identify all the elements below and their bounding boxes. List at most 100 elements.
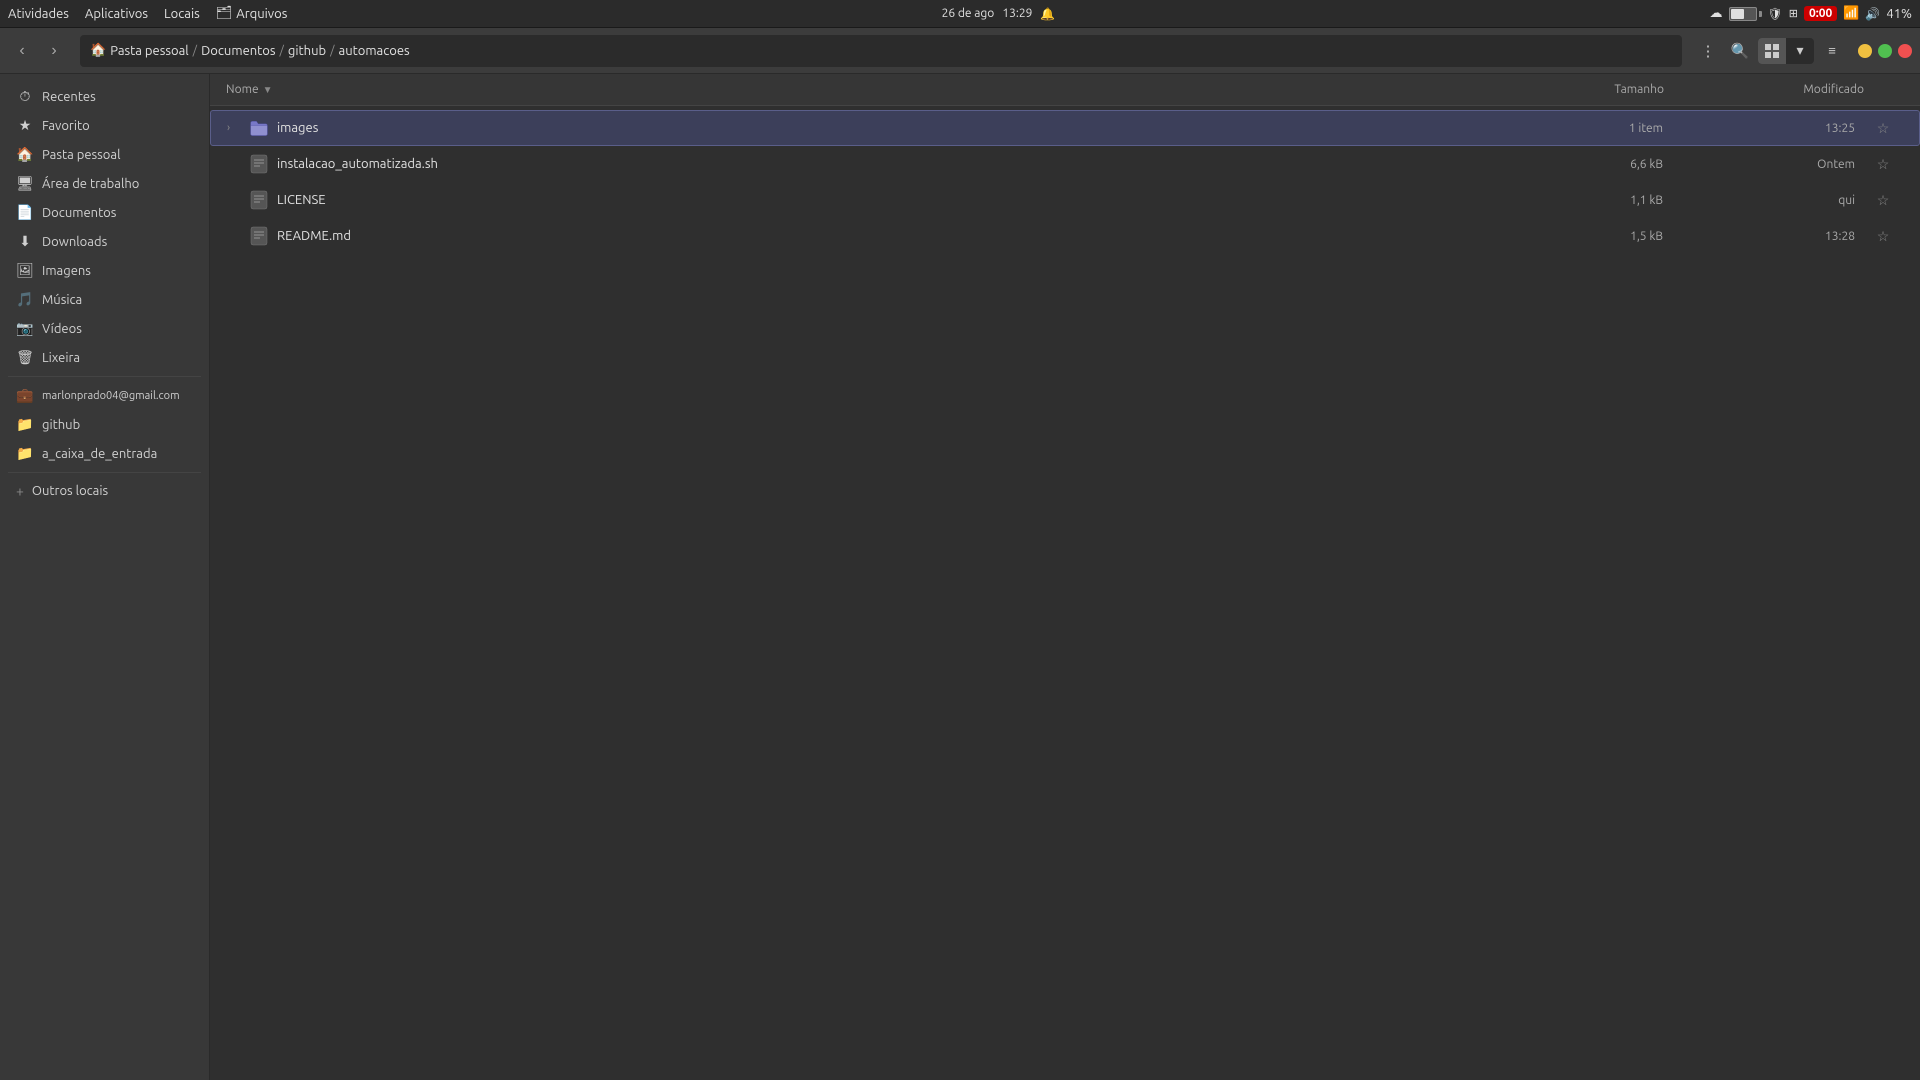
- sidebar-label-other: Outros locais: [32, 484, 108, 498]
- file-size-readme: 1,5 kB: [1513, 230, 1663, 243]
- sidebar-label-images: Imagens: [42, 264, 91, 278]
- header-modified[interactable]: Modificado: [1664, 83, 1864, 96]
- file-size-instalacao: 6,6 kB: [1513, 158, 1663, 171]
- sidebar-label-favorito: Favorito: [42, 119, 90, 133]
- file-name-cell-license: LICENSE: [227, 190, 1513, 210]
- window-controls: [1858, 44, 1912, 58]
- file-modified-readme: 13:28: [1663, 230, 1863, 243]
- file-name-readme: README.md: [277, 229, 351, 243]
- file-manager-window: ‹ › 🏠 Pasta pessoal / Documentos / githu…: [0, 28, 1920, 1080]
- file-size-license: 1,1 kB: [1513, 194, 1663, 207]
- maximize-button[interactable]: [1878, 44, 1892, 58]
- breadcrumb-sep-1: /: [193, 44, 197, 57]
- file-name-cell-readme: README.md: [227, 226, 1513, 246]
- images-icon: 🖼: [16, 262, 34, 279]
- wifi-icon: 📶: [1843, 6, 1859, 21]
- sidebar-item-caixa[interactable]: 📁 a_caixa_de_entrada: [4, 440, 205, 467]
- back-button[interactable]: ‹: [8, 37, 36, 65]
- close-button[interactable]: [1898, 44, 1912, 58]
- sidebar-item-imagens[interactable]: 🖼 Imagens: [4, 257, 205, 284]
- sidebar-label-trash: Lixeira: [42, 351, 80, 365]
- folder-icon: [249, 118, 269, 138]
- file-modified-license: qui: [1663, 194, 1863, 207]
- system-bar-right: ☁ 🛡 ⊞ 0:00 📶 🔊 41%: [1710, 6, 1912, 21]
- file-star-license[interactable]: ☆: [1863, 192, 1903, 209]
- sidebar-item-email[interactable]: 💼 marlonprado04@gmail.com: [4, 382, 205, 409]
- sidebar-item-other-locations[interactable]: + Outros locais: [4, 478, 205, 504]
- file-size-images: 1 item: [1513, 122, 1663, 135]
- table-row[interactable]: instalacao_automatizada.sh 6,6 kB Ontem …: [210, 146, 1920, 182]
- sidebar-label-docs: Documentos: [42, 206, 116, 220]
- expand-arrow-icon[interactable]: ›: [227, 122, 241, 134]
- sidebar-item-downloads[interactable]: ⬇ Downloads: [4, 228, 205, 255]
- table-row[interactable]: › images 1 item 13:25 ☆: [210, 110, 1920, 146]
- sort-arrow: ▼: [263, 84, 273, 96]
- email-icon: 💼: [16, 387, 34, 404]
- file-name-cell-instalacao: instalacao_automatizada.sh: [227, 154, 1513, 174]
- sidebar-item-pasta-pessoal[interactable]: 🏠 Pasta pessoal: [4, 141, 205, 168]
- activities-menu[interactable]: Atividades: [8, 7, 69, 21]
- file-name-license: LICENSE: [277, 193, 326, 207]
- music-icon: 🎵: [16, 291, 34, 308]
- file-star-images[interactable]: ☆: [1863, 120, 1903, 137]
- main-area: ⏱ Recentes ★ Favorito 🏠 Pasta pessoal 🖥 …: [0, 74, 1920, 1080]
- sidebar-item-documentos[interactable]: 📄 Documentos: [4, 199, 205, 226]
- downloads-icon: ⬇: [16, 233, 34, 250]
- file-header: Nome ▼ Tamanho Modificado: [210, 74, 1920, 106]
- header-size[interactable]: Tamanho: [1514, 83, 1664, 96]
- sidebar-item-favorito[interactable]: ★ Favorito: [4, 112, 205, 139]
- file-list: › images 1 item 13:25 ☆: [210, 106, 1920, 1080]
- sidebar-label-email: marlonprado04@gmail.com: [42, 390, 180, 402]
- sidebar-item-github[interactable]: 📁 github: [4, 411, 205, 438]
- battery-percent: 41%: [1886, 7, 1912, 21]
- docs-icon: 📄: [16, 204, 34, 221]
- sidebar-item-videos[interactable]: 📷 Vídeos: [4, 315, 205, 342]
- view-grid-button[interactable]: [1758, 38, 1786, 64]
- table-row[interactable]: LICENSE 1,1 kB qui ☆: [210, 182, 1920, 218]
- sidebar-item-lixeira[interactable]: 🗑 Lixeira: [4, 344, 205, 371]
- sidebar-label-desktop: Área de trabalho: [42, 177, 139, 191]
- caixa-icon: 📁: [16, 445, 34, 462]
- view-caret-button[interactable]: ▾: [1786, 38, 1814, 64]
- breadcrumb-home[interactable]: Pasta pessoal: [110, 44, 188, 58]
- table-row[interactable]: README.md 1,5 kB 13:28 ☆: [210, 218, 1920, 254]
- vpn-icon: 🛡: [1768, 7, 1783, 21]
- breadcrumb-current: automacoes: [339, 44, 410, 58]
- readme-file-icon: [249, 226, 269, 246]
- script-file-icon: [249, 154, 269, 174]
- sidebar-label-music: Música: [42, 293, 82, 307]
- pasta-icon: 🏠: [16, 146, 34, 163]
- forward-button[interactable]: ›: [40, 37, 68, 65]
- sidebar-label-videos: Vídeos: [42, 322, 82, 336]
- bell-icon[interactable]: 🔔: [1040, 7, 1055, 21]
- breadcrumb-github[interactable]: github: [288, 44, 326, 58]
- sound-icon: 🔊: [1865, 7, 1880, 21]
- timer-badge: 0:00: [1804, 6, 1837, 21]
- file-name-images: images: [277, 121, 318, 135]
- sidebar-item-recentes[interactable]: ⏱ Recentes: [4, 83, 205, 110]
- license-file-icon: [249, 190, 269, 210]
- system-bar-center: 26 de ago 13:29 🔔: [942, 7, 1056, 21]
- files-menu[interactable]: 🗂 Arquivos: [216, 6, 288, 21]
- system-bar: Atividades Aplicativos Locais 🗂 Arquivos…: [0, 0, 1920, 28]
- search-button[interactable]: 🔍: [1726, 37, 1754, 65]
- header-name[interactable]: Nome ▼: [226, 83, 1514, 96]
- minimize-button[interactable]: [1858, 44, 1872, 58]
- sidebar-item-area-trabalho[interactable]: 🖥 Área de trabalho: [4, 170, 205, 197]
- menu-button[interactable]: ⋮: [1694, 37, 1722, 65]
- sidebar-divider-2: [8, 472, 201, 473]
- sidebar-label-recentes: Recentes: [42, 90, 96, 104]
- file-star-readme[interactable]: ☆: [1863, 228, 1903, 245]
- desktop-icon: 🖥: [16, 175, 34, 192]
- locals-menu[interactable]: Locais: [164, 7, 200, 21]
- file-star-instalacao[interactable]: ☆: [1863, 156, 1903, 173]
- breadcrumb-sep-3: /: [330, 44, 334, 57]
- sidebar-item-musica[interactable]: 🎵 Música: [4, 286, 205, 313]
- toolbar: ‹ › 🏠 Pasta pessoal / Documentos / githu…: [0, 28, 1920, 74]
- applications-menu[interactable]: Aplicativos: [85, 7, 148, 21]
- plus-icon: +: [16, 483, 24, 499]
- sidebar-divider-1: [8, 376, 201, 377]
- breadcrumb: 🏠 Pasta pessoal / Documentos / github / …: [80, 35, 1682, 67]
- sort-button[interactable]: ≡: [1818, 37, 1846, 65]
- breadcrumb-documentos[interactable]: Documentos: [201, 44, 275, 58]
